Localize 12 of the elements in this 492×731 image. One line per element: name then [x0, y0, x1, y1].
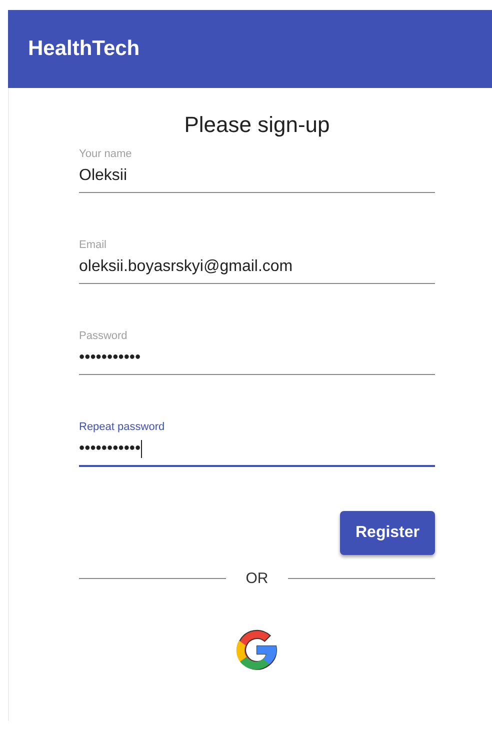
register-button[interactable]: Register: [340, 511, 435, 555]
form-title: Please sign-up: [183, 112, 331, 138]
field-label: Your name: [79, 148, 133, 160]
input-field[interactable]: Oleksii: [79, 166, 435, 193]
field-label: Password: [79, 330, 128, 342]
input-field[interactable]: •••••••••••: [79, 439, 435, 467]
divider-text: OR: [246, 570, 268, 587]
input-field[interactable]: •••••••••••: [79, 348, 435, 375]
field-label: Email: [79, 239, 108, 251]
app-title: HealthTech: [28, 37, 140, 61]
input-field[interactable]: oleksii.boyasrskyi@gmail.com: [79, 257, 435, 284]
field-label: Repeat password: [79, 421, 166, 433]
